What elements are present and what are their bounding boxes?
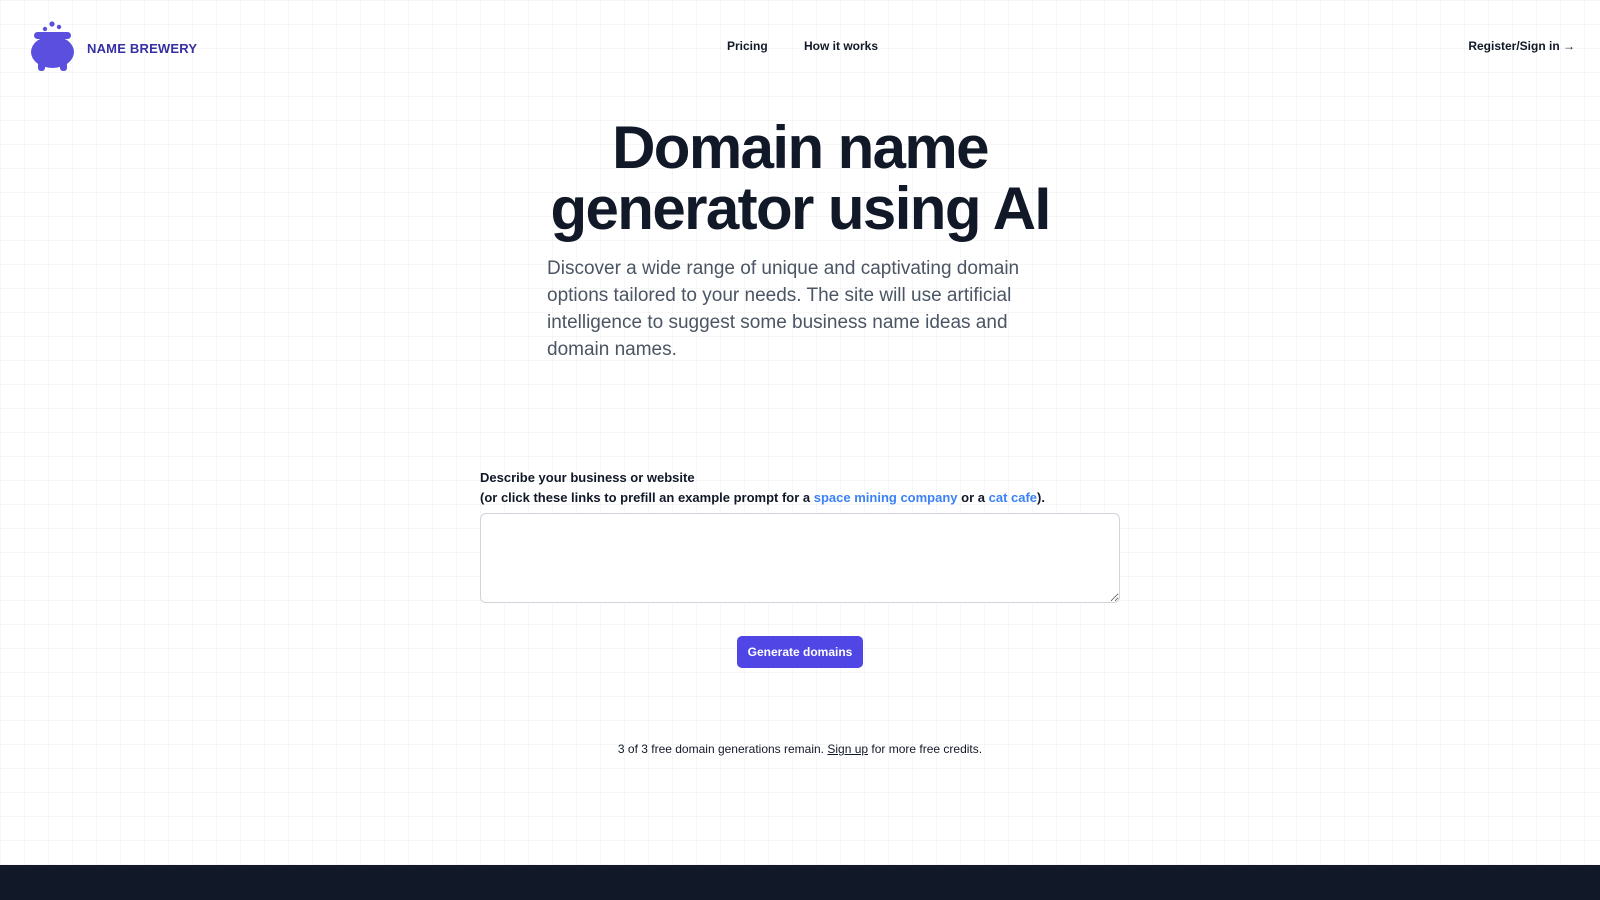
credits-notice: 3 of 3 free domain generations remain. S… (400, 742, 1200, 756)
sign-up-link[interactable]: Sign up (827, 742, 868, 756)
hint-suffix: ). (1037, 490, 1045, 505)
page-subtitle: Discover a wide range of unique and capt… (547, 258, 1020, 360)
example-space-mining-link[interactable]: space mining company (814, 490, 958, 505)
prompt-hint: (or click these links to prefill an exam… (480, 488, 1120, 508)
site-header: NAME BREWERY Pricing How it works Regist… (0, 0, 1600, 94)
prompt-label: Describe your business or website (480, 470, 695, 485)
brand-name: NAME BREWERY (87, 40, 198, 56)
hint-prefix: (or click these links to prefill an exam… (480, 490, 814, 505)
generate-domains-button[interactable]: Generate domains (737, 636, 863, 668)
cauldron-icon (31, 21, 74, 71)
hint-middle: or a (957, 490, 989, 505)
credits-text: 3 of 3 free domain generations remain. (617, 742, 828, 756)
nav-pricing-link[interactable]: Pricing (727, 39, 768, 53)
brand-home-link[interactable]: NAME BREWERY (31, 20, 197, 72)
site-footer (0, 865, 1600, 900)
prompt-form-labels: Describe your business or website (or cl… (480, 468, 1120, 508)
nav-how-it-works-link[interactable]: How it works (804, 39, 878, 53)
credits-text-after: for more free credits. (868, 742, 983, 756)
register-sign-in-link[interactable]: Register/Sign in → (1468, 39, 1575, 53)
business-description-input[interactable] (480, 513, 1120, 603)
example-cat-cafe-link[interactable]: cat cafe (989, 490, 1037, 505)
page-title: Domain name generator using AI (550, 114, 1051, 242)
